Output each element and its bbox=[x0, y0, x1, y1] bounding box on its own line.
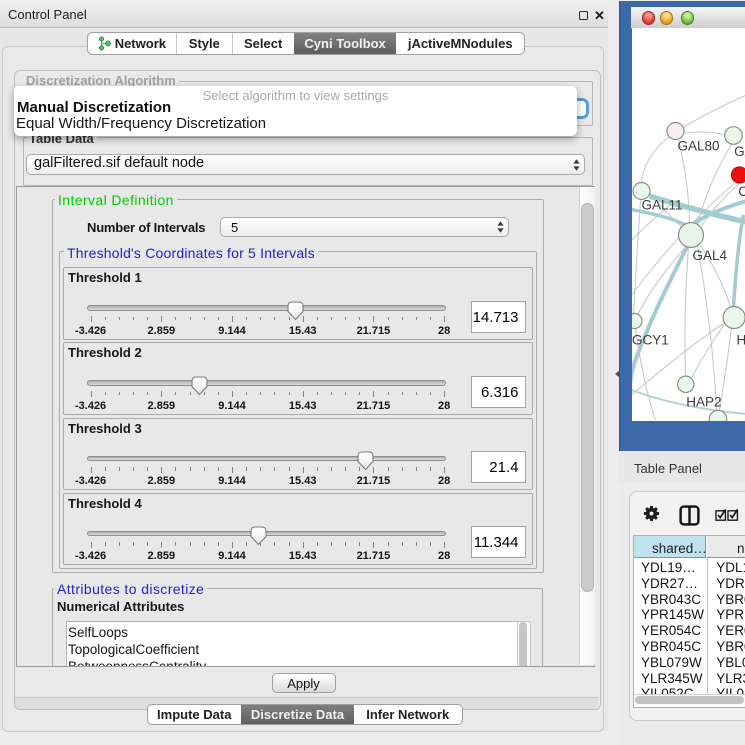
svg-text:GAL11: GAL11 bbox=[641, 198, 682, 213]
svg-text:H: H bbox=[736, 333, 745, 348]
svg-text:GA: GA bbox=[734, 144, 745, 159]
svg-text:GCY1: GCY1 bbox=[632, 333, 669, 348]
svg-text:GAL80: GAL80 bbox=[677, 139, 719, 154]
svg-text:HAP2: HAP2 bbox=[686, 395, 721, 410]
svg-text:GAL4: GAL4 bbox=[692, 248, 727, 263]
svg-text:CA: CA bbox=[738, 184, 745, 199]
